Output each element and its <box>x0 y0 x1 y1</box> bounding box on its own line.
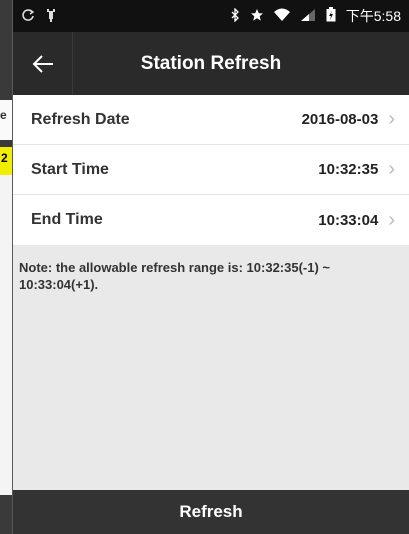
end-time-value: 10:33:04 <box>318 211 379 229</box>
bluetooth-icon <box>230 6 240 25</box>
chevron-right-icon: › <box>388 158 395 180</box>
star-icon <box>250 8 264 25</box>
start-time-label: Start Time <box>31 160 109 178</box>
back-button[interactable] <box>13 32 73 95</box>
back-arrow-icon <box>32 54 53 73</box>
refresh-date-label: Refresh Date <box>31 110 130 128</box>
background-text: 2 <box>1 151 8 165</box>
background-text: e <box>0 108 7 122</box>
station-refresh-screen: 下午5:58 Station Refresh Refresh Date 2016… <box>13 0 409 534</box>
sync-icon <box>21 8 35 25</box>
refresh-date-value: 2016-08-03 <box>301 111 379 128</box>
end-time-label: End Time <box>31 211 103 228</box>
refresh-range-note: Note: the allowable refresh range is: 10… <box>19 260 331 292</box>
chevron-right-icon: › <box>388 108 395 130</box>
wifi-icon <box>273 8 290 25</box>
settings-list: Refresh Date 2016-08-03 › Start Time 10:… <box>13 95 409 245</box>
app-bar: Station Refresh <box>13 32 409 95</box>
background-panel <box>0 175 12 495</box>
status-time: 下午5:58 <box>345 8 401 24</box>
chevron-right-icon: › <box>388 208 395 231</box>
refresh-button[interactable]: Refresh <box>13 490 409 534</box>
start-time-row[interactable]: Start Time 10:32:35 › <box>13 145 409 195</box>
refresh-date-row[interactable]: Refresh Date 2016-08-03 › <box>13 95 409 145</box>
page-title: Station Refresh <box>140 52 282 74</box>
battery-icon <box>326 7 336 25</box>
signal-icon <box>300 8 316 25</box>
background-screen: e 2 <box>0 0 12 534</box>
status-bar: 下午5:58 <box>13 0 409 32</box>
end-time-row[interactable]: End Time 10:33:04 › <box>13 195 409 245</box>
usb-icon <box>45 8 57 25</box>
start-time-value: 10:32:35 <box>318 161 379 178</box>
